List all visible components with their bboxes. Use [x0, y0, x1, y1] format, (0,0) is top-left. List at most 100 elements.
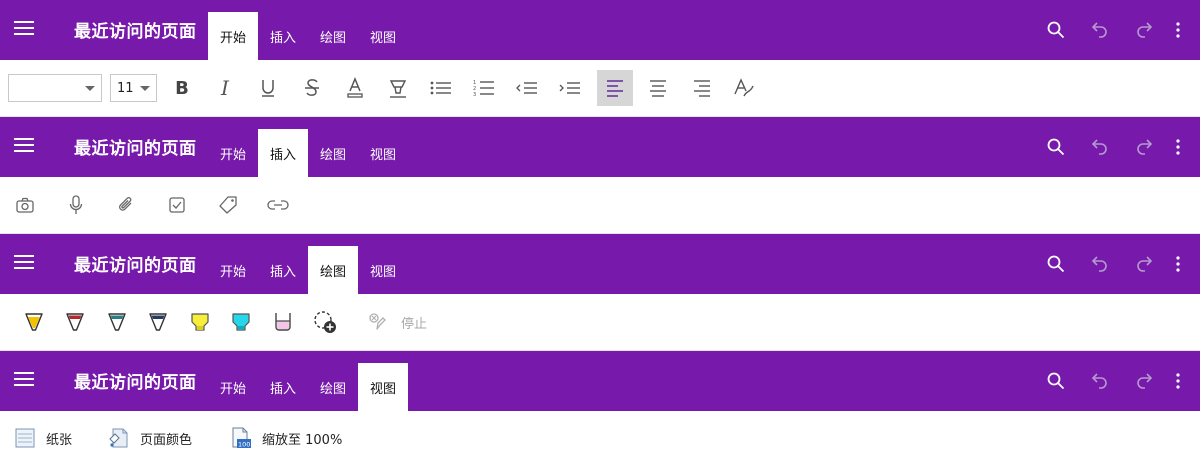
hamburger-menu-icon[interactable] [14, 254, 34, 270]
align-right-icon[interactable] [684, 70, 720, 106]
stop-label[interactable]: 停止 [401, 313, 427, 332]
home-ribbon: 11 B I 123 [0, 60, 1200, 116]
page-color-icon [109, 428, 128, 448]
view-ribbon: 纸张 页面颜色 100 缩放至 100% [0, 411, 1200, 467]
attachment-icon[interactable] [108, 187, 144, 223]
highlighter-pink-icon[interactable] [265, 304, 301, 340]
pen-yellow-icon[interactable] [16, 304, 52, 340]
decrease-indent-icon[interactable] [509, 70, 545, 106]
panel-home: 最近访问的页面 开始 插入 绘图 视图 11 B I 123 [0, 0, 1200, 116]
bold-icon[interactable]: B [164, 70, 200, 106]
increase-indent-icon[interactable] [552, 70, 588, 106]
tag-icon[interactable] [210, 187, 246, 223]
font-size-value: 11 [117, 81, 134, 96]
search-icon[interactable] [1034, 252, 1078, 276]
highlighter-cyan-icon[interactable] [223, 304, 259, 340]
align-center-icon[interactable] [640, 70, 676, 106]
hamburger-menu-icon[interactable] [14, 137, 34, 153]
clear-formatting-icon[interactable] [726, 70, 762, 106]
paper-button[interactable]: 纸张 [14, 427, 72, 449]
align-left-icon[interactable] [597, 70, 633, 106]
more-options-icon[interactable] [1166, 135, 1190, 159]
ribbon-tabs: 开始 插入 绘图 视图 [208, 12, 408, 60]
tab-home[interactable]: 开始 [208, 246, 258, 294]
pen-navy-icon[interactable] [140, 304, 176, 340]
tab-draw[interactable]: 绘图 [308, 363, 358, 411]
paper-lines-icon [15, 428, 35, 448]
highlighter-yellow-icon[interactable] [182, 304, 218, 340]
undo-icon[interactable] [1078, 18, 1122, 42]
page-title: 最近访问的页面 [74, 256, 197, 276]
tab-home[interactable]: 开始 [208, 363, 258, 411]
draw-ribbon: 停止 [0, 294, 1200, 350]
more-options-icon[interactable] [1166, 252, 1190, 276]
tab-draw[interactable]: 绘图 [308, 246, 359, 294]
search-icon[interactable] [1034, 369, 1078, 393]
search-icon[interactable] [1034, 18, 1078, 42]
tab-view[interactable]: 视图 [358, 246, 408, 294]
stop-inking-icon[interactable] [359, 304, 395, 340]
chevron-down-icon [85, 86, 95, 91]
page-title: 最近访问的页面 [74, 22, 197, 42]
tab-insert[interactable]: 插入 [258, 12, 308, 60]
zoom-label: 缩放至 100% [262, 432, 343, 448]
redo-icon[interactable] [1122, 135, 1166, 159]
app-header: 最近访问的页面 开始 插入 绘图 视图 [0, 234, 1200, 294]
search-icon[interactable] [1034, 135, 1078, 159]
undo-icon[interactable] [1078, 135, 1122, 159]
page-color-label: 页面颜色 [140, 432, 193, 448]
redo-icon[interactable] [1122, 369, 1166, 393]
panel-draw: 最近访问的页面 开始 插入 绘图 视图 停止 [0, 233, 1200, 350]
svg-text:100: 100 [238, 441, 250, 449]
panel-view: 最近访问的页面 开始 插入 绘图 视图 纸张 页面颜色 100 缩放至 100% [0, 350, 1200, 467]
underline-icon[interactable] [250, 70, 286, 106]
lasso-add-icon[interactable] [307, 304, 343, 340]
tab-insert[interactable]: 插入 [258, 363, 308, 411]
redo-icon[interactable] [1122, 252, 1166, 276]
highlight-icon[interactable] [380, 70, 416, 106]
numbering-icon[interactable]: 123 [466, 70, 502, 106]
svg-text:3: 3 [473, 92, 476, 97]
tab-home[interactable]: 开始 [208, 12, 259, 60]
app-header: 最近访问的页面 开始 插入 绘图 视图 [0, 351, 1200, 411]
ribbon-tabs: 开始 插入 绘图 视图 [208, 129, 408, 177]
tab-insert[interactable]: 插入 [258, 246, 308, 294]
zoom-100-button[interactable]: 100 缩放至 100% [230, 427, 342, 449]
page-color-button[interactable]: 页面颜色 [108, 427, 192, 449]
italic-icon[interactable]: I [207, 70, 243, 106]
more-options-icon[interactable] [1166, 369, 1190, 393]
pen-red-icon[interactable] [57, 304, 93, 340]
paper-label: 纸张 [46, 432, 73, 448]
ribbon-tabs: 开始 插入 绘图 视图 [208, 363, 409, 411]
hamburger-menu-icon[interactable] [14, 371, 34, 387]
tab-insert[interactable]: 插入 [258, 129, 309, 177]
tab-draw[interactable]: 绘图 [308, 129, 358, 177]
redo-icon[interactable] [1122, 18, 1166, 42]
panel-insert: 最近访问的页面 开始 插入 绘图 视图 [0, 116, 1200, 233]
undo-icon[interactable] [1078, 369, 1122, 393]
strikethrough-icon[interactable] [294, 70, 330, 106]
app-header: 最近访问的页面 开始 插入 绘图 视图 [0, 117, 1200, 177]
link-icon[interactable] [260, 187, 296, 223]
insert-ribbon [0, 177, 1200, 233]
page-title: 最近访问的页面 [74, 139, 197, 159]
hamburger-menu-icon[interactable] [14, 20, 34, 36]
camera-icon[interactable] [7, 187, 43, 223]
undo-icon[interactable] [1078, 252, 1122, 276]
tab-view[interactable]: 视图 [358, 363, 409, 411]
tab-view[interactable]: 视图 [358, 129, 408, 177]
pen-teal-icon[interactable] [99, 304, 135, 340]
microphone-icon[interactable] [58, 187, 94, 223]
bullets-icon[interactable] [423, 70, 459, 106]
app-header: 最近访问的页面 开始 插入 绘图 视图 [0, 0, 1200, 60]
font-color-icon[interactable] [337, 70, 373, 106]
tab-view[interactable]: 视图 [358, 12, 408, 60]
ribbon-tabs: 开始 插入 绘图 视图 [208, 246, 408, 294]
font-size-select[interactable]: 11 [110, 74, 157, 102]
tab-home[interactable]: 开始 [208, 129, 258, 177]
more-options-icon[interactable] [1166, 18, 1190, 42]
font-name-select[interactable] [8, 74, 102, 102]
tab-draw[interactable]: 绘图 [308, 12, 358, 60]
chevron-down-icon [140, 86, 150, 91]
todo-checkbox-icon[interactable] [159, 187, 195, 223]
